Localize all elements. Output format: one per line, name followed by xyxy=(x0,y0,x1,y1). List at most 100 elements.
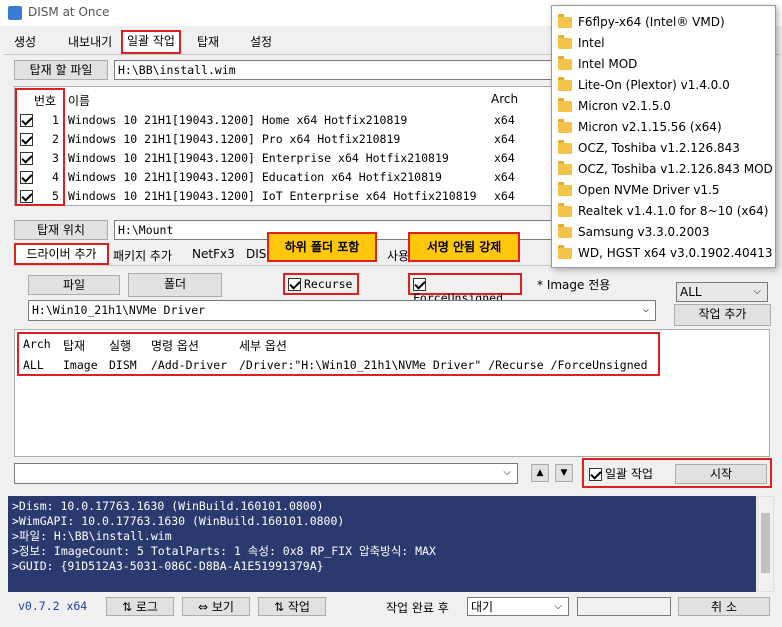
after-complete-label: 작업 완료 후 xyxy=(386,601,449,615)
chevron-down-icon: ⌵ xyxy=(753,286,761,297)
force-unsigned-check-icon xyxy=(413,278,426,291)
version-label: v0.7.2 x64 xyxy=(18,599,88,613)
image-checkbox[interactable] xyxy=(20,114,33,127)
chevron-down-icon: ⌵ xyxy=(642,304,649,315)
dropdown-item[interactable]: F6flpy-x64 (Intel® VMD) xyxy=(552,12,775,33)
tab-settings[interactable]: 설정 xyxy=(246,33,276,53)
cancel-button[interactable]: 취 소 xyxy=(678,597,770,616)
image-arch: x64 xyxy=(494,170,515,184)
image-list[interactable]: 번호 이름 Arch 1 Windows 10 21H1[19043.1200]… xyxy=(14,86,554,206)
folder-icon xyxy=(558,203,572,217)
log-line: >Dism: 10.0.17763.1630 (WinBuild.160101.… xyxy=(12,499,324,513)
subtab-add-package[interactable]: 패키지 추가 xyxy=(113,247,172,264)
folder-icon xyxy=(558,140,572,154)
file-button[interactable]: 파일 xyxy=(28,275,120,295)
image-row[interactable]: 2 Windows 10 21H1[19043.1200] Pro x64 Ho… xyxy=(20,130,550,149)
tab-mount[interactable]: 탑재 xyxy=(193,33,223,53)
log-panel[interactable]: >Dism: 10.0.17763.1630 (WinBuild.160101.… xyxy=(8,496,756,592)
dropdown-item-label: OCZ, Toshiba v1.2.126.843 MOD xyxy=(578,162,773,176)
tab-export[interactable]: 내보내기 xyxy=(64,33,116,53)
dropdown-item[interactable]: Realtek v1.4.1.0 for 8~10 (x64) xyxy=(552,201,775,222)
callout-subfolder: 하위 폴더 포함 xyxy=(267,232,377,262)
image-checkbox[interactable] xyxy=(20,152,33,165)
after-complete-select[interactable]: 대기 ⌵ xyxy=(467,597,569,616)
add-task-button[interactable]: 작업 추가 xyxy=(674,304,771,326)
folder-icon xyxy=(558,77,572,91)
log-toggle-button[interactable]: ⇅ 로그 xyxy=(106,597,174,616)
mount-file-button[interactable]: 탑재 할 파일 xyxy=(14,60,108,80)
folder-icon xyxy=(558,98,572,112)
dropdown-item-label: Intel MOD xyxy=(578,57,638,71)
arch-select-value: ALL xyxy=(680,285,702,299)
image-num: 5 xyxy=(52,189,59,203)
dropdown-item-label: Micron v2.1.15.56 (x64) xyxy=(578,120,722,134)
col-header-name: 이름 xyxy=(68,94,91,108)
dropdown-item[interactable]: Micron v2.1.5.0 xyxy=(552,96,775,117)
start-button[interactable]: 시작 xyxy=(675,464,767,484)
task-combo[interactable]: ⌵ xyxy=(14,463,518,484)
recurse-checkbox[interactable]: Recurse xyxy=(283,273,359,295)
image-row[interactable]: 5 Windows 10 21H1[19043.1200] IoT Enterp… xyxy=(20,187,550,206)
dropdown-item-label: Micron v2.1.5.0 xyxy=(578,99,671,113)
arch-select[interactable]: ALL ⌵ xyxy=(676,282,768,302)
col-header-arch: Arch xyxy=(491,92,519,106)
image-arch: x64 xyxy=(494,132,515,146)
image-checkbox[interactable] xyxy=(20,190,33,203)
task-table[interactable]: Arch 탑재 실행 명령 옵션 세부 옵션 ALL Image DISM /A… xyxy=(14,329,770,457)
tab-create[interactable]: 생성 xyxy=(10,33,40,53)
mount-location-button[interactable]: 탑재 위치 xyxy=(14,220,108,240)
driver-path-value: H:\Win10_21h1\NVMe Driver xyxy=(32,303,206,317)
folder-icon xyxy=(558,56,572,70)
image-row[interactable]: 3 Windows 10 21H1[19043.1200] Enterprise… xyxy=(20,149,550,168)
log-line: >WimGAPI: 10.0.17763.1630 (WinBuild.1601… xyxy=(12,514,345,528)
image-name: Windows 10 21H1[19043.1200] IoT Enterpri… xyxy=(68,189,477,203)
image-checkbox[interactable] xyxy=(20,171,33,184)
folder-icon xyxy=(558,182,572,196)
dropdown-item[interactable]: OCZ, Toshiba v1.2.126.843 xyxy=(552,138,775,159)
log-scrollbar[interactable] xyxy=(757,496,774,592)
move-up-button[interactable]: ▲ xyxy=(531,464,549,482)
subtab-dism[interactable]: DIS xyxy=(246,247,266,261)
image-num: 2 xyxy=(52,132,59,146)
subtab-netfx3[interactable]: NetFx3 xyxy=(192,247,235,261)
dropdown-item[interactable]: Open NVMe Driver v1.5 xyxy=(552,180,775,201)
app-icon xyxy=(8,6,22,20)
dropdown-item-label: WD, HGST x64 v3.0.1902.40413 xyxy=(578,246,773,260)
folder-icon xyxy=(558,161,572,175)
image-arch: x64 xyxy=(494,113,515,127)
dropdown-item[interactable]: Intel MOD xyxy=(552,54,775,75)
image-row[interactable]: 1 Windows 10 21H1[19043.1200] Home x64 H… xyxy=(20,111,550,130)
window-title: DISM at Once xyxy=(28,5,110,19)
image-num: 4 xyxy=(52,170,59,184)
mount-file-field[interactable]: H:\BB\install.wim xyxy=(114,60,554,80)
dropdown-item[interactable]: WD, HGST x64 v3.0.1902.40413 xyxy=(552,243,775,264)
folder-icon xyxy=(558,224,572,238)
scrollbar-thumb[interactable] xyxy=(761,513,770,573)
image-checkbox[interactable] xyxy=(20,133,33,146)
dropdown-item[interactable]: Micron v2.1.15.56 (x64) xyxy=(552,117,775,138)
recurse-check-icon xyxy=(288,278,301,291)
folder-icon xyxy=(558,35,572,49)
tab-batch[interactable]: 일괄 작업 xyxy=(121,30,181,54)
driver-dropdown-list[interactable]: F6flpy-x64 (Intel® VMD) Intel Intel MOD … xyxy=(551,5,776,268)
move-down-button[interactable]: ▼ xyxy=(555,464,573,482)
dropdown-item[interactable]: Intel xyxy=(552,33,775,54)
task-arch: ALL xyxy=(23,358,44,372)
image-row[interactable]: 4 Windows 10 21H1[19043.1200] Education … xyxy=(20,168,550,187)
dropdown-item-label: Intel xyxy=(578,36,605,50)
force-unsigned-checkbox[interactable]: ForceUnsigned xyxy=(408,273,522,305)
dropdown-item[interactable]: Lite-On (Plextor) v1.4.0.0 xyxy=(552,75,775,96)
dropdown-item[interactable]: Samsung v3.3.0.2003 xyxy=(552,222,775,243)
driver-path-select[interactable]: H:\Win10_21h1\NVMe Driver ⌵ xyxy=(28,300,656,321)
task-row[interactable]: ALL Image DISM /Add-Driver /Driver:"H:\W… xyxy=(15,358,655,376)
status-field xyxy=(577,597,671,616)
log-line: >정보: ImageCount: 5 TotalParts: 1 속성: 0x8… xyxy=(12,544,436,558)
folder-button[interactable]: 폴더 xyxy=(128,273,222,297)
subtab-add-driver[interactable]: 드라이버 추가 xyxy=(14,243,109,265)
task-toggle-button[interactable]: ⇅ 작업 xyxy=(258,597,326,616)
batch-checkbox[interactable]: 일괄 작업 xyxy=(589,465,653,482)
image-name: Windows 10 21H1[19043.1200] Home x64 Hot… xyxy=(68,113,408,127)
subtab-use[interactable]: 사용 xyxy=(387,247,409,264)
dropdown-item[interactable]: OCZ, Toshiba v1.2.126.843 MOD xyxy=(552,159,775,180)
view-toggle-button[interactable]: ⇔ 보기 xyxy=(182,597,250,616)
